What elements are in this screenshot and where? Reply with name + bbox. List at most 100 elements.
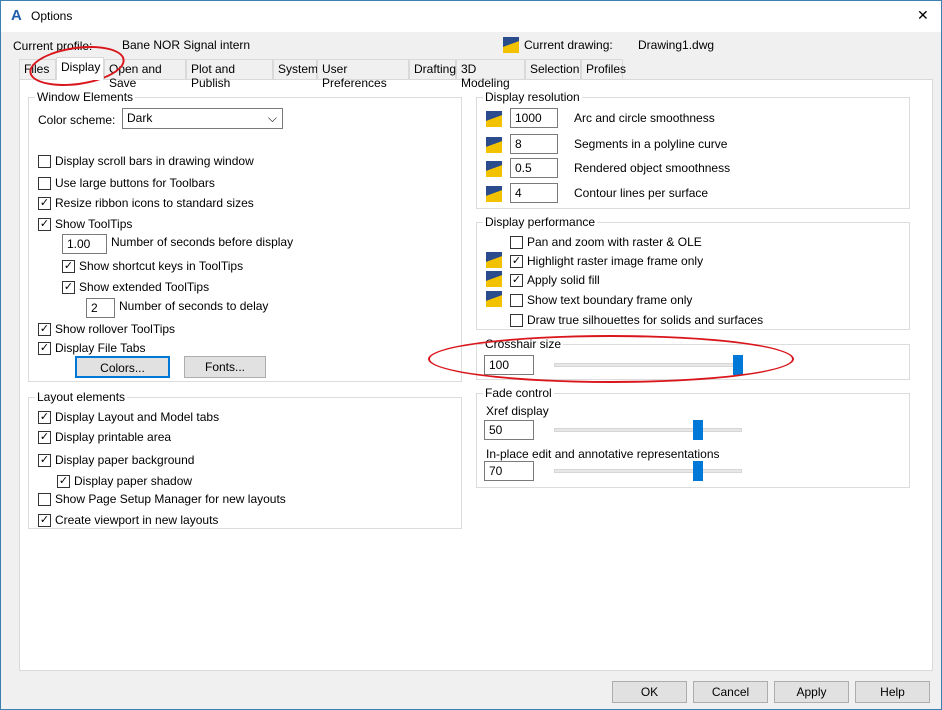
- xref-label: Xref display: [486, 404, 549, 418]
- drawing-saved-icon: [486, 186, 502, 202]
- paper-bg-checkbox[interactable]: ✓ Display paper background: [38, 453, 194, 467]
- performance-checkbox[interactable]: ✓ Highlight raster image frame only: [510, 254, 703, 268]
- close-icon[interactable]: ✕: [917, 7, 929, 24]
- resize-ribbon-checkbox[interactable]: ✓ Resize ribbon icons to standard sizes: [38, 196, 254, 210]
- checkbox[interactable]: ✓: [38, 430, 51, 444]
- checkbox-label: Show shortcut keys in ToolTips: [79, 259, 244, 273]
- checkbox[interactable]: [510, 235, 523, 249]
- annotation-ellipse: [428, 335, 794, 383]
- drawing-saved-icon: [486, 161, 502, 177]
- window-title: Options: [31, 9, 73, 23]
- page-setup-checkbox[interactable]: Show Page Setup Manager for new layouts: [38, 492, 286, 506]
- drawing-saved-icon: [486, 252, 502, 268]
- performance-checkbox[interactable]: Show text boundary frame only: [510, 293, 692, 307]
- cancel-button[interactable]: Cancel: [693, 681, 768, 703]
- extended-checkbox[interactable]: ✓ Show extended ToolTips: [62, 280, 209, 294]
- tooltip-seconds-input[interactable]: 1.00: [62, 234, 107, 254]
- slider-thumb[interactable]: [693, 461, 704, 481]
- checkbox-label: Draw true silhouettes for solids and sur…: [527, 313, 764, 327]
- checkbox-label: Display printable area: [55, 430, 172, 444]
- paper-shadow-checkbox[interactable]: ✓ Display paper shadow: [57, 474, 192, 488]
- performance-checkbox[interactable]: Draw true silhouettes for solids and sur…: [510, 313, 763, 327]
- show-tooltips-checkbox[interactable]: ✓ Show ToolTips: [38, 217, 132, 231]
- tab-user-preferences[interactable]: User Preferences: [317, 59, 409, 90]
- checkbox[interactable]: [510, 313, 523, 327]
- xref-fade-slider[interactable]: [554, 420, 742, 440]
- checkbox[interactable]: ✓: [38, 322, 51, 336]
- checkbox[interactable]: [38, 492, 51, 506]
- color-scheme-label: Color scheme:: [38, 113, 116, 127]
- scroll-bars-checkbox[interactable]: Display scroll bars in drawing window: [38, 154, 254, 168]
- checkbox-label: Create viewport in new layouts: [55, 513, 219, 527]
- inplace-fade-slider[interactable]: [554, 461, 742, 481]
- resolution-label: Rendered object smoothness: [574, 161, 731, 175]
- checkbox[interactable]: ✓: [510, 254, 523, 268]
- performance-checkbox[interactable]: ✓ Apply solid fill: [510, 273, 600, 287]
- drawing-saved-icon: [486, 137, 502, 153]
- tab-drafting[interactable]: Drafting: [409, 59, 456, 79]
- checkbox[interactable]: ✓: [38, 453, 51, 467]
- inplace-fade-input[interactable]: 70: [484, 461, 534, 481]
- tooltip-seconds-label: Number of seconds before display: [111, 235, 294, 249]
- model-tabs-checkbox[interactable]: ✓ Display Layout and Model tabs: [38, 410, 219, 424]
- checkbox-label: Resize ribbon icons to standard sizes: [55, 196, 254, 210]
- printable-checkbox[interactable]: ✓ Display printable area: [38, 430, 171, 444]
- resolution-label: Segments in a polyline curve: [574, 137, 728, 151]
- resolution-label: Contour lines per surface: [574, 186, 709, 200]
- tab-profiles[interactable]: Profiles: [581, 59, 626, 79]
- rollover-checkbox[interactable]: ✓ Show rollover ToolTips: [38, 322, 175, 336]
- checkbox-label: Show extended ToolTips: [79, 280, 210, 294]
- resolution-input[interactable]: 1000: [510, 108, 558, 128]
- apply-button[interactable]: Apply: [774, 681, 849, 703]
- checkbox[interactable]: ✓: [510, 273, 523, 287]
- drawing-label: Current drawing:: [524, 38, 613, 52]
- performance-checkbox[interactable]: Pan and zoom with raster & OLE: [510, 235, 702, 249]
- checkbox[interactable]: ✓: [62, 259, 75, 273]
- checkbox[interactable]: ✓: [38, 410, 51, 424]
- viewport-checkbox[interactable]: ✓ Create viewport in new layouts: [38, 513, 218, 527]
- resolution-input[interactable]: 8: [510, 134, 558, 154]
- delay-seconds-input[interactable]: 2: [86, 298, 115, 318]
- checkbox[interactable]: ✓: [57, 474, 70, 488]
- resolution-input[interactable]: 4: [510, 183, 558, 203]
- colors-button[interactable]: Colors...: [75, 356, 170, 378]
- checkbox[interactable]: ✓: [38, 217, 51, 231]
- group-title: Window Elements: [35, 90, 136, 104]
- checkbox-label: Highlight raster image frame only: [527, 254, 704, 268]
- ok-button[interactable]: OK: [612, 681, 687, 703]
- resolution-input[interactable]: 0.5: [510, 158, 558, 178]
- checkbox-label: Display Layout and Model tabs: [55, 410, 220, 424]
- group-title: Fade control: [483, 386, 554, 400]
- checkbox[interactable]: ✓: [62, 280, 75, 294]
- resolution-label: Arc and circle smoothness: [574, 111, 715, 125]
- large-buttons-checkbox[interactable]: Use large buttons for Toolbars: [38, 176, 215, 190]
- group-title: Display resolution: [483, 90, 582, 104]
- drawing-saved-icon: [486, 111, 502, 127]
- title-bar: A Options ✕: [1, 1, 941, 32]
- checkbox-label: Show text boundary frame only: [527, 293, 693, 307]
- shortcut-keys-checkbox[interactable]: ✓ Show shortcut keys in ToolTips: [62, 259, 243, 273]
- xref-fade-input[interactable]: 50: [484, 420, 534, 440]
- checkbox-label: Display File Tabs: [55, 341, 146, 355]
- tab-3d-modeling[interactable]: 3D Modeling: [456, 59, 525, 90]
- file-tabs-checkbox[interactable]: ✓ Display File Tabs: [38, 341, 145, 355]
- checkbox[interactable]: ✓: [38, 341, 51, 355]
- tab-system[interactable]: System: [273, 59, 318, 79]
- checkbox[interactable]: [38, 154, 51, 168]
- slider-thumb[interactable]: [693, 420, 704, 440]
- tab-display[interactable]: Display: [56, 57, 104, 80]
- app-logo-icon: A: [11, 7, 22, 24]
- fonts-button[interactable]: Fonts...: [184, 356, 266, 378]
- checkbox-label: Display paper shadow: [74, 474, 193, 488]
- help-button[interactable]: Help: [855, 681, 930, 703]
- checkbox-label: Show rollover ToolTips: [55, 322, 176, 336]
- checkbox[interactable]: [510, 293, 523, 307]
- color-scheme-select[interactable]: Dark ⌵: [122, 108, 283, 129]
- tab-selection[interactable]: Selection: [525, 59, 581, 79]
- tab-plot-and-publish[interactable]: Plot and Publish: [186, 59, 273, 90]
- checkbox[interactable]: ✓: [38, 513, 51, 527]
- checkbox[interactable]: ✓: [38, 196, 51, 210]
- profile-value: Bane NOR Signal intern: [122, 38, 251, 52]
- checkbox[interactable]: [38, 176, 51, 190]
- drawing-saved-icon: [486, 271, 502, 287]
